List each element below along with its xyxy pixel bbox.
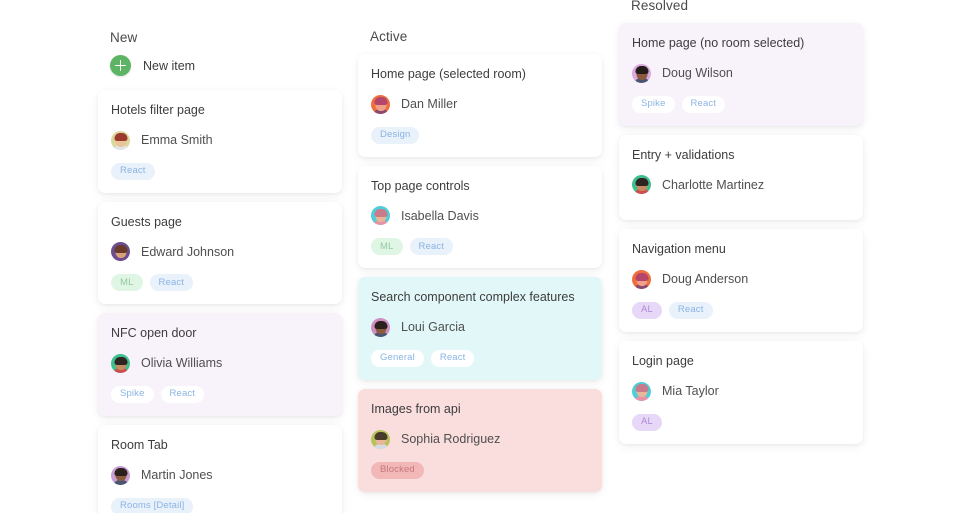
card-tags: Spike React	[111, 385, 328, 403]
assignee-name: Emma Smith	[141, 133, 213, 148]
card-tags: AL	[632, 413, 849, 431]
kanban-card[interactable]: NFC open door Olivia Williams Spike React	[98, 313, 342, 416]
kanban-card[interactable]: Hotels filter page Emma Smith React	[98, 90, 342, 193]
tag[interactable]: Design	[371, 126, 420, 144]
card-assignee: Isabella Davis	[371, 206, 588, 226]
tag[interactable]: React	[681, 95, 726, 113]
tag[interactable]: AL	[632, 301, 662, 319]
avatar	[111, 465, 130, 485]
tag[interactable]: Spike	[111, 385, 154, 403]
assignee-name: Olivia Williams	[141, 356, 223, 371]
kanban-card[interactable]: Room Tab Martin Jones Rooms [Detail]	[98, 424, 342, 513]
tag[interactable]: React	[668, 301, 713, 319]
assignee-name: Mia Taylor	[662, 384, 719, 398]
card-title: Hotels filter page	[111, 103, 205, 117]
kanban-card[interactable]: Entry + validations Charlotte Martinez	[619, 134, 863, 221]
tag[interactable]: ML	[371, 238, 403, 256]
card-title: Room Tab	[111, 437, 168, 452]
card-title: Navigation menu	[632, 242, 726, 257]
column-resolved: Resolved Home page (no room selected) Doug…	[619, 0, 863, 453]
assignee-name: Doug Wilson	[662, 66, 733, 81]
column-title: Resolved	[631, 0, 689, 13]
new-item-button[interactable]: New item	[110, 55, 195, 76]
avatar	[111, 353, 130, 373]
tag[interactable]: Blocked	[371, 461, 424, 479]
avatar	[371, 206, 390, 226]
assignee-name: Doug Anderson	[662, 272, 749, 287]
assignee-name: Loui Garcia	[401, 320, 465, 335]
card-assignee: Dan Miller	[371, 94, 588, 114]
kanban-card[interactable]: Login page Mia Taylor AL	[619, 340, 863, 444]
column-title: Active	[370, 29, 408, 44]
card-tags: Design	[371, 126, 588, 144]
assignee-name: Sophia Rodriguez	[401, 432, 501, 446]
card-assignee: Loui Garcia	[371, 317, 588, 337]
kanban-card[interactable]: Guests page Edward Johnson ML React	[98, 201, 342, 305]
column-title: New	[110, 30, 138, 45]
card-tags: General React	[371, 349, 588, 367]
card-tags: Blocked	[371, 461, 588, 479]
tag[interactable]: ML	[111, 274, 143, 292]
kanban-card[interactable]: Navigation menu Doug Anderson AL React	[619, 229, 863, 332]
card-title: Images from api	[371, 401, 461, 416]
card-title: Top page controls	[371, 178, 470, 193]
card-title: Home page (selected room)	[371, 67, 526, 81]
card-assignee: Mia Taylor	[632, 381, 849, 401]
assignee-name: Martin Jones	[141, 468, 213, 482]
card-tags: ML React	[111, 274, 328, 292]
card-tags: ML React	[371, 238, 588, 256]
card-title: Search component complex features	[371, 290, 575, 305]
card-assignee: Doug Anderson	[632, 269, 849, 289]
tag[interactable]: AL	[632, 413, 662, 431]
kanban-board: New New item Hotels filter page Emma Smith R…	[0, 0, 960, 513]
card-assignee: Martin Jones	[111, 465, 328, 485]
kanban-card[interactable]: Home page (selected room) Dan Miller Desig…	[358, 54, 602, 157]
kanban-card[interactable]: Search component complex features Loui Ga…	[358, 277, 602, 380]
card-assignee: Charlotte Martinez	[632, 175, 849, 195]
tag[interactable]: Rooms [Detail]	[111, 497, 194, 513]
card-tags: React	[111, 162, 328, 180]
kanban-card[interactable]: Home page (no room selected) Doug Wilson S…	[619, 23, 863, 126]
avatar	[632, 63, 651, 83]
card-tags: AL React	[632, 301, 849, 319]
plus-circle-icon[interactable]	[110, 55, 131, 76]
assignee-name: Charlotte Martinez	[662, 177, 765, 192]
card-tags: Spike React	[632, 95, 849, 113]
card-title: Entry + validations	[632, 147, 735, 162]
card-title: Login page	[632, 353, 694, 368]
kanban-card[interactable]: Top page controls Isabella Davis ML React	[358, 165, 602, 269]
tag[interactable]: React	[430, 349, 475, 367]
card-assignee: Edward Johnson	[111, 242, 328, 262]
avatar	[111, 242, 130, 262]
assignee-name: Edward Johnson	[141, 244, 235, 259]
avatar	[371, 317, 390, 337]
tag[interactable]: Spike	[632, 95, 675, 113]
card-assignee: Doug Wilson	[632, 63, 849, 83]
card-tags: Rooms [Detail]	[111, 497, 328, 513]
tag[interactable]: General	[371, 349, 424, 367]
card-title: Guests page	[111, 214, 182, 229]
avatar	[632, 269, 651, 289]
tag[interactable]: React	[111, 162, 155, 180]
avatar	[371, 429, 390, 449]
column-active: Active Home page (selected room) Dan Mille…	[358, 29, 602, 501]
column-new: New New item Hotels filter page Emma Smith R…	[98, 30, 342, 513]
new-item-label: New item	[143, 58, 196, 73]
avatar	[371, 94, 390, 114]
card-assignee: Emma Smith	[111, 130, 328, 150]
tag[interactable]: React	[160, 385, 205, 403]
card-assignee: Sophia Rodriguez	[371, 429, 588, 449]
avatar	[632, 381, 651, 401]
tag[interactable]: React	[409, 238, 454, 256]
tag[interactable]: React	[149, 274, 194, 292]
avatar	[632, 175, 651, 195]
card-title: NFC open door	[111, 326, 197, 341]
card-title: Home page (no room selected)	[632, 36, 805, 50]
avatar	[111, 130, 130, 150]
kanban-card[interactable]: Images from api Sophia Rodriguez Blocked	[358, 388, 602, 492]
assignee-name: Dan Miller	[401, 97, 458, 112]
card-assignee: Olivia Williams	[111, 353, 328, 373]
assignee-name: Isabella Davis	[401, 208, 479, 223]
